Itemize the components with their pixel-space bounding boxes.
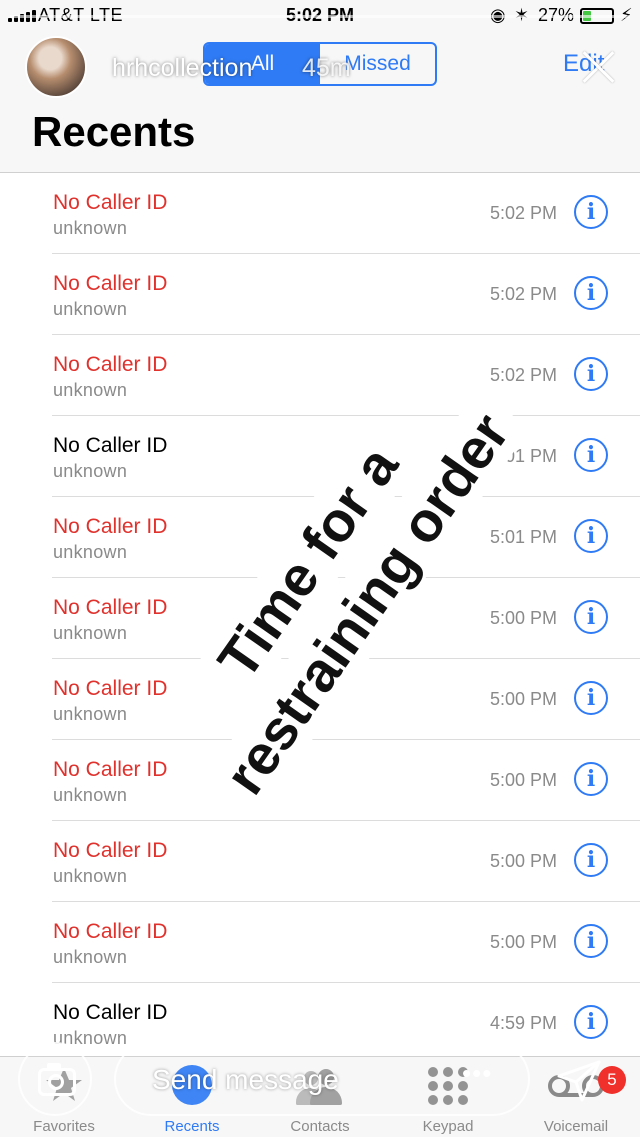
call-row[interactable]: No Caller ID unknown 5:00 PM i [0, 821, 640, 902]
caller-name: No Caller ID [53, 1001, 168, 1024]
caller-name: No Caller ID [53, 191, 168, 214]
tab-label: Favorites [33, 1118, 95, 1135]
info-icon[interactable]: i [574, 357, 608, 391]
caller-name: No Caller ID [53, 596, 168, 619]
call-time: 5:02 PM [489, 365, 557, 385]
info-icon[interactable]: i [574, 762, 608, 796]
info-icon[interactable]: i [574, 1005, 608, 1039]
caller-name: No Caller ID [53, 920, 168, 943]
more-options-icon[interactable]: ••• [462, 1058, 492, 1089]
call-time: 5:00 PM [489, 608, 557, 628]
tab-label: Keypad [422, 1118, 474, 1135]
caller-detail: unknown [53, 380, 128, 400]
tab-label: Voicemail [543, 1118, 609, 1135]
caller-name: No Caller ID [53, 434, 168, 457]
info-icon[interactable]: i [574, 924, 608, 958]
caller-detail: unknown [53, 623, 128, 643]
info-icon[interactable]: i [574, 519, 608, 553]
story-username[interactable]: hrhcollection [112, 54, 252, 83]
send-message-input[interactable]: Send message ••• [114, 1042, 530, 1116]
caller-name: No Caller ID [53, 758, 168, 781]
caller-detail: unknown [53, 785, 128, 805]
call-time: 5:01 PM [489, 527, 557, 547]
call-time: 4:59 PM [489, 1013, 557, 1033]
call-row[interactable]: No Caller ID unknown 5:02 PM i [0, 254, 640, 335]
caller-detail: unknown [53, 461, 128, 481]
info-icon[interactable]: i [574, 438, 608, 472]
caller-detail: unknown [53, 299, 128, 319]
story-avatar[interactable] [25, 36, 87, 98]
call-row[interactable]: No Caller ID unknown 5:02 PM i [0, 173, 640, 254]
call-time: 5:00 PM [489, 770, 557, 790]
story-age: 45m [302, 54, 351, 82]
call-time: 5:00 PM [489, 932, 557, 952]
info-icon[interactable]: i [574, 195, 608, 229]
message-placeholder: Send message [152, 1064, 339, 1095]
caller-detail: unknown [53, 866, 128, 886]
caller-name: No Caller ID [53, 353, 168, 376]
info-icon[interactable]: i [574, 276, 608, 310]
caller-name: No Caller ID [53, 515, 168, 538]
page-title: Recents [32, 108, 196, 155]
tab-label: Contacts [290, 1118, 350, 1135]
close-icon[interactable] [582, 50, 616, 84]
caller-name: No Caller ID [53, 677, 168, 700]
tab-label: Recents [164, 1118, 220, 1135]
caller-name: No Caller ID [53, 839, 168, 862]
voicemail-badge: 5 [598, 1066, 626, 1094]
story-progress-bar [10, 15, 630, 18]
camera-button[interactable] [18, 1042, 92, 1116]
info-icon[interactable]: i [574, 600, 608, 634]
call-row[interactable]: No Caller ID unknown 5:01 PM i [0, 416, 640, 497]
call-time: 5:02 PM [489, 284, 557, 304]
call-time: 5:02 PM [489, 203, 557, 223]
send-icon[interactable] [556, 1058, 602, 1104]
info-icon[interactable]: i [574, 681, 608, 715]
caller-detail: unknown [53, 542, 128, 562]
call-time: 5:00 PM [489, 851, 557, 871]
call-row[interactable]: No Caller ID unknown 5:02 PM i [0, 335, 640, 416]
info-icon[interactable]: i [574, 843, 608, 877]
call-row[interactable]: No Caller ID unknown 5:00 PM i [0, 902, 640, 983]
caller-detail: unknown [53, 704, 128, 724]
call-row[interactable]: No Caller ID unknown 5:00 PM i [0, 740, 640, 821]
caller-detail: unknown [53, 947, 128, 967]
caller-detail: unknown [53, 218, 128, 238]
caller-name: No Caller ID [53, 272, 168, 295]
call-time: 5:00 PM [489, 689, 557, 709]
